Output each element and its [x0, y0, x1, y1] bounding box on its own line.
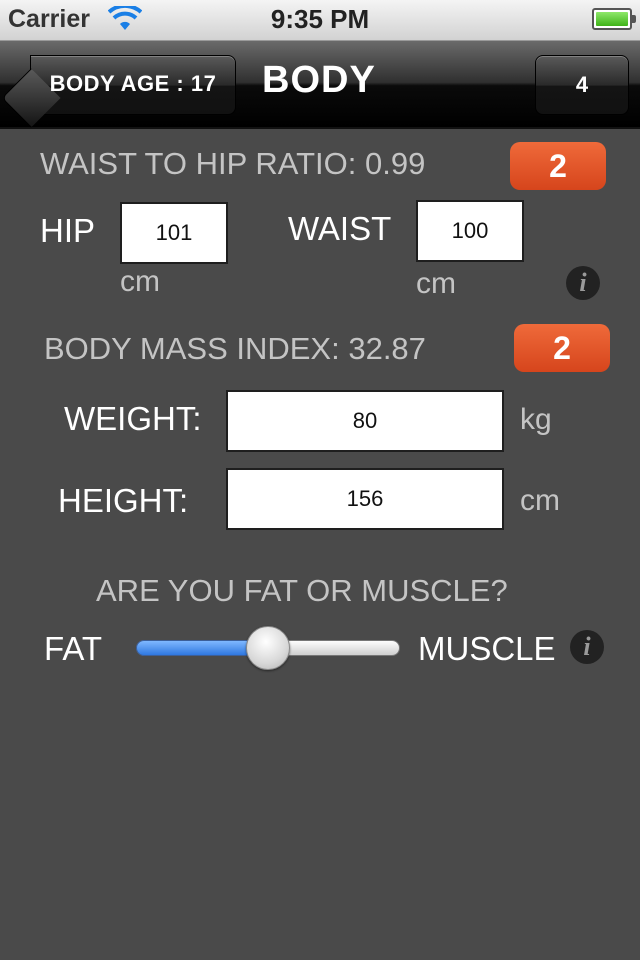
- back-button-label: BODY AGE : 17: [49, 71, 217, 96]
- fat-muscle-info-icon[interactable]: i: [570, 630, 604, 664]
- hip-unit: cm: [120, 265, 160, 298]
- waist-hip-score-badge[interactable]: 2: [510, 142, 606, 190]
- status-bar: Carrier 9:35 PM: [0, 0, 640, 41]
- page-number-button[interactable]: 4: [535, 55, 629, 115]
- hip-input[interactable]: [120, 202, 228, 264]
- height-label: HEIGHT:: [58, 482, 189, 519]
- height-unit: cm: [520, 484, 560, 517]
- weight-label: WEIGHT:: [64, 400, 202, 437]
- bmi-score-badge[interactable]: 2: [514, 324, 610, 372]
- height-input[interactable]: [226, 468, 504, 530]
- waist-label: WAIST: [288, 210, 392, 247]
- fat-muscle-question: ARE YOU FAT OR MUSCLE?: [96, 573, 508, 608]
- slider-thumb[interactable]: [246, 626, 290, 670]
- waist-unit: cm: [416, 267, 456, 300]
- navigation-bar: BODY AGE : 17 BODY 4: [0, 41, 640, 129]
- waist-input[interactable]: [416, 200, 524, 262]
- waist-hip-ratio-label: WAIST TO HIP RATIO: 0.99: [40, 146, 426, 181]
- body-age-back-button[interactable]: BODY AGE : 17: [1, 55, 236, 128]
- bmi-label: BODY MASS INDEX: 32.87: [44, 331, 426, 366]
- fat-muscle-slider[interactable]: [136, 626, 400, 670]
- clock: 9:35 PM: [270, 4, 370, 34]
- weight-input[interactable]: [226, 390, 504, 452]
- hip-label: HIP: [40, 212, 96, 249]
- waist-hip-info-icon[interactable]: i: [566, 266, 600, 300]
- battery-icon: [592, 8, 636, 30]
- weight-unit: kg: [520, 403, 552, 436]
- fat-label: FAT: [44, 630, 103, 667]
- page-title: BODY: [262, 59, 376, 101]
- muscle-label: MUSCLE: [418, 630, 556, 667]
